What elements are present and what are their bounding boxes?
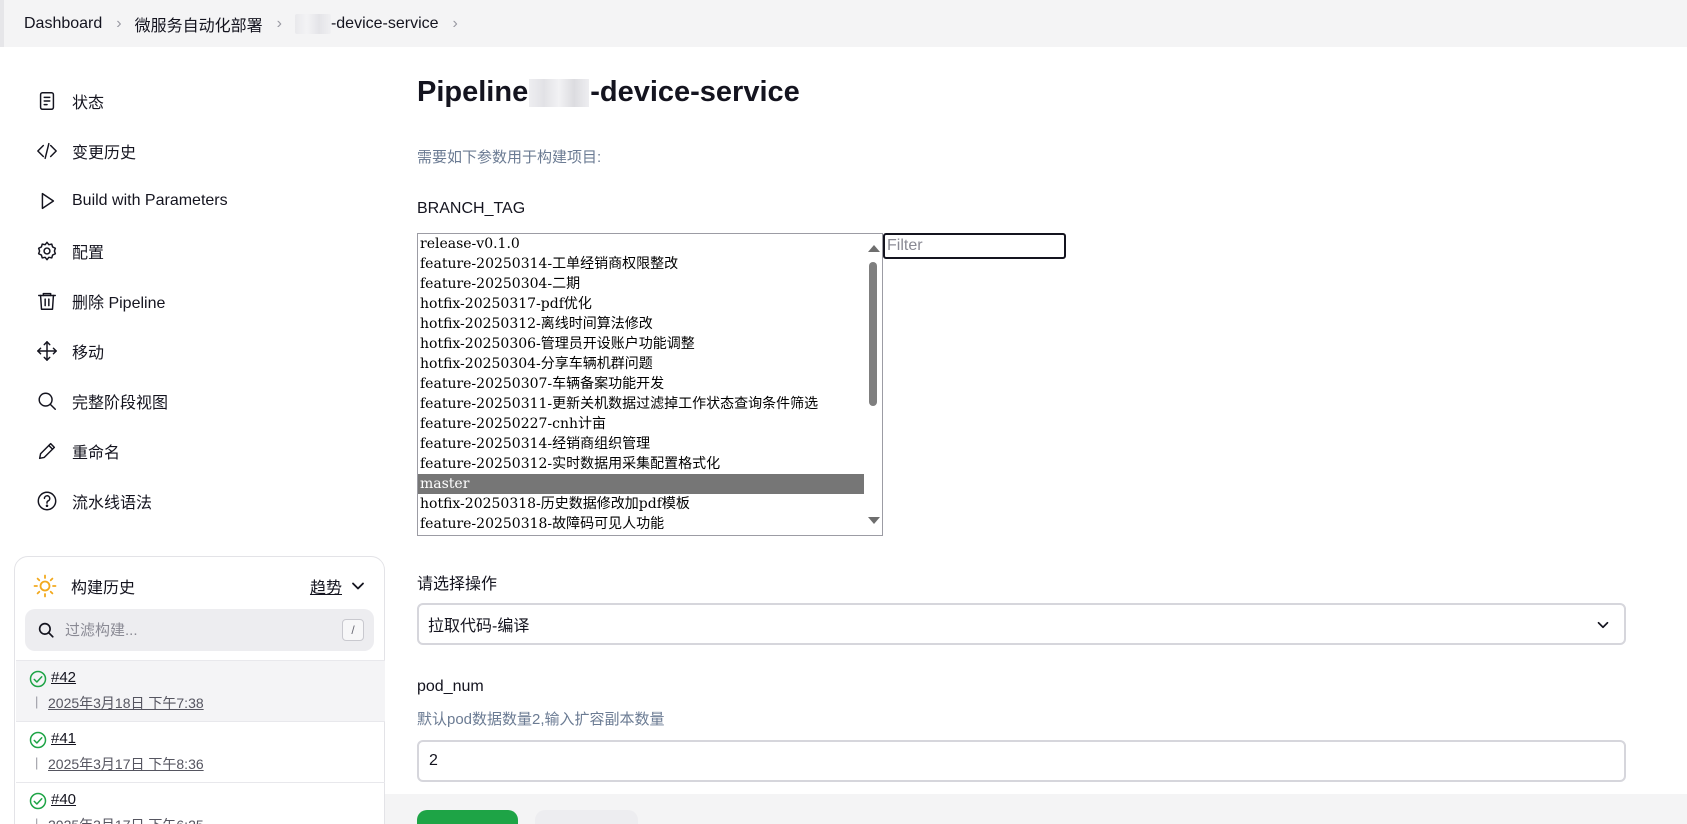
build-row[interactable]: #42 | 2025年3月18日 下午7:38 (16, 660, 385, 721)
build-number-link[interactable]: #40 (51, 791, 76, 808)
help-icon (34, 488, 60, 514)
build-time-link[interactable]: 2025年3月17日 下午6:25 (48, 815, 204, 824)
success-check-icon (29, 792, 47, 810)
sidebar-item-delete-pipeline[interactable]: 删除 Pipeline (34, 286, 165, 316)
branch-tag-listbox[interactable]: release-v0.1.0 feature-20250314-工单经销商权限整改… (417, 233, 883, 536)
redacted-text (529, 78, 590, 107)
branch-option[interactable]: feature-20250318-故障码可见人功能 (418, 514, 864, 534)
build-time-link[interactable]: 2025年3月18日 下午7:38 (48, 693, 204, 713)
breadcrumb-folder[interactable]: 微服务自动化部署 (135, 12, 263, 36)
code-icon (34, 138, 60, 164)
branch-option[interactable]: feature-20250314-工单经销商权限整改 (418, 254, 864, 274)
build-history-panel: 构建历史 趋势 / #42 | 2025年3月18日 下午7:38 #41 | … (14, 556, 385, 824)
operation-select[interactable]: 拉取代码-编译 (417, 603, 1626, 645)
breadcrumb-dashboard[interactable]: Dashboard (24, 15, 102, 33)
branch-option[interactable]: feature-20250312-实时数据用采集配置格式化 (418, 454, 864, 474)
branch-filter-input[interactable] (883, 233, 1066, 259)
branch-option[interactable]: feature-20250304-二期 (418, 274, 864, 294)
parameters-hint: 需要如下参数用于构建项目: (417, 149, 602, 166)
pencil-icon (34, 438, 60, 464)
branch-tag-label: BRANCH_TAG (417, 200, 526, 217)
branch-option[interactable]: hotfix-20250318-历史数据修改加pdf模板 (418, 494, 864, 514)
document-icon (34, 88, 60, 114)
gear-icon (34, 238, 60, 264)
scroll-up-arrow-icon[interactable] (868, 245, 880, 252)
build-number-link[interactable]: #42 (51, 669, 76, 686)
timeline-bar: | (35, 694, 39, 709)
pod-num-input[interactable] (417, 740, 1626, 782)
play-icon (34, 188, 60, 214)
sidebar-item-label: 变更历史 (72, 145, 137, 162)
sidebar-item-label: 重命名 (72, 445, 121, 462)
move-icon (34, 338, 60, 364)
cancel-button[interactable] (535, 810, 638, 824)
build-filter-field: / (25, 609, 374, 651)
sidebar-item-label: 配置 (72, 245, 105, 262)
operation-label: 请选择操作 (417, 576, 498, 593)
page-title: Pipeline -device-service (417, 76, 800, 109)
keyboard-shortcut-hint: / (342, 619, 364, 641)
timeline-bar: | (35, 755, 39, 770)
branch-option[interactable]: hotfix-20250317-pdf优化 (418, 294, 864, 314)
trash-icon (34, 288, 60, 314)
chevron-down-icon[interactable] (348, 576, 368, 596)
success-check-icon (29, 670, 47, 688)
chevron-right-icon: › (276, 14, 282, 32)
build-history-title: 构建历史 (71, 580, 136, 597)
branch-option[interactable]: master (418, 474, 864, 494)
branch-option[interactable]: feature-20250311-更新关机数据过滤掉工作状态查询条件筛选 (418, 394, 864, 414)
sidebar-item-label: 完整阶段视图 (72, 395, 169, 412)
build-button[interactable] (417, 810, 518, 824)
build-row[interactable]: #40 | 2025年3月17日 下午6:25 (16, 782, 385, 824)
branch-option[interactable]: hotfix-20250312-离线时间算法修改 (418, 314, 864, 334)
build-filter-input[interactable] (65, 621, 325, 639)
sidebar-item-move[interactable]: 移动 (34, 336, 104, 366)
build-time-link[interactable]: 2025年3月17日 下午8:36 (48, 754, 204, 774)
branch-option[interactable]: hotfix-20250306-管理员开设账户功能调整 (418, 334, 864, 354)
build-row[interactable]: #41 | 2025年3月17日 下午8:36 (16, 721, 385, 782)
branch-option[interactable]: feature-20250314-经销商组织管理 (418, 434, 864, 454)
search-icon (38, 622, 54, 638)
sidebar-item-build-with-parameters[interactable]: Build with Parameters (34, 186, 228, 216)
success-check-icon (29, 731, 47, 749)
sun-icon (33, 574, 57, 598)
chevron-right-icon: › (452, 14, 458, 32)
redacted-text (294, 13, 331, 34)
sidebar-item-full-stage-view[interactable]: 完整阶段视图 (34, 386, 168, 416)
branch-option[interactable]: feature-20250307-车辆备案功能开发 (418, 374, 864, 394)
breadcrumb: Dashboard › 微服务自动化部署 › -device-service › (0, 0, 1687, 47)
timeline-bar: | (35, 816, 39, 824)
trend-link[interactable]: 趋势 (310, 574, 342, 598)
chevron-down-icon (1597, 621, 1609, 629)
page-title-suffix: -device-service (590, 76, 800, 108)
sidebar-item-configure[interactable]: 配置 (34, 236, 104, 266)
pod-num-label: pod_num (417, 678, 484, 695)
breadcrumb-service-label: -device-service (330, 14, 439, 32)
branch-option[interactable]: feature-20250227-cnh计亩 (418, 414, 864, 434)
branch-options: release-v0.1.0 feature-20250314-工单经销商权限整改… (418, 234, 882, 534)
sidebar-item-pipeline-syntax[interactable]: 流水线语法 (34, 486, 152, 516)
scrollbar-thumb[interactable] (869, 262, 877, 406)
jenkins-page: Dashboard › 微服务自动化部署 › -device-service ›… (0, 0, 1687, 824)
scroll-down-arrow-icon[interactable] (868, 517, 880, 524)
search-icon (34, 388, 60, 414)
sidebar-item-label: 移动 (72, 345, 105, 362)
chevron-right-icon: › (116, 14, 122, 32)
listbox-scrollbar[interactable] (864, 234, 882, 535)
sidebar-item-label: Build with Parameters (72, 192, 228, 209)
build-history-header: 构建历史 趋势 (33, 571, 368, 601)
page-title-prefix: Pipeline (417, 76, 529, 108)
sidebar-item-rename[interactable]: 重命名 (34, 436, 120, 466)
sidebar-item-changes[interactable]: 变更历史 (34, 136, 136, 166)
sidebar-item-label: 流水线语法 (72, 495, 153, 512)
branch-option[interactable]: release-v0.1.0 (418, 234, 864, 254)
operation-selected-value: 拉取代码-编译 (428, 618, 530, 635)
branch-option[interactable]: hotfix-20250304-分享车辆机群问题 (418, 354, 864, 374)
sidebar-item-label: 删除 Pipeline (72, 295, 166, 312)
breadcrumb-service[interactable]: -device-service (294, 13, 439, 34)
sidebar-item-label: 状态 (72, 95, 105, 112)
build-number-link[interactable]: #41 (51, 730, 76, 747)
sidebar-item-status[interactable]: 状态 (34, 86, 104, 116)
pod-num-hint: 默认pod数据数量2,输入扩容副本数量 (417, 711, 665, 728)
